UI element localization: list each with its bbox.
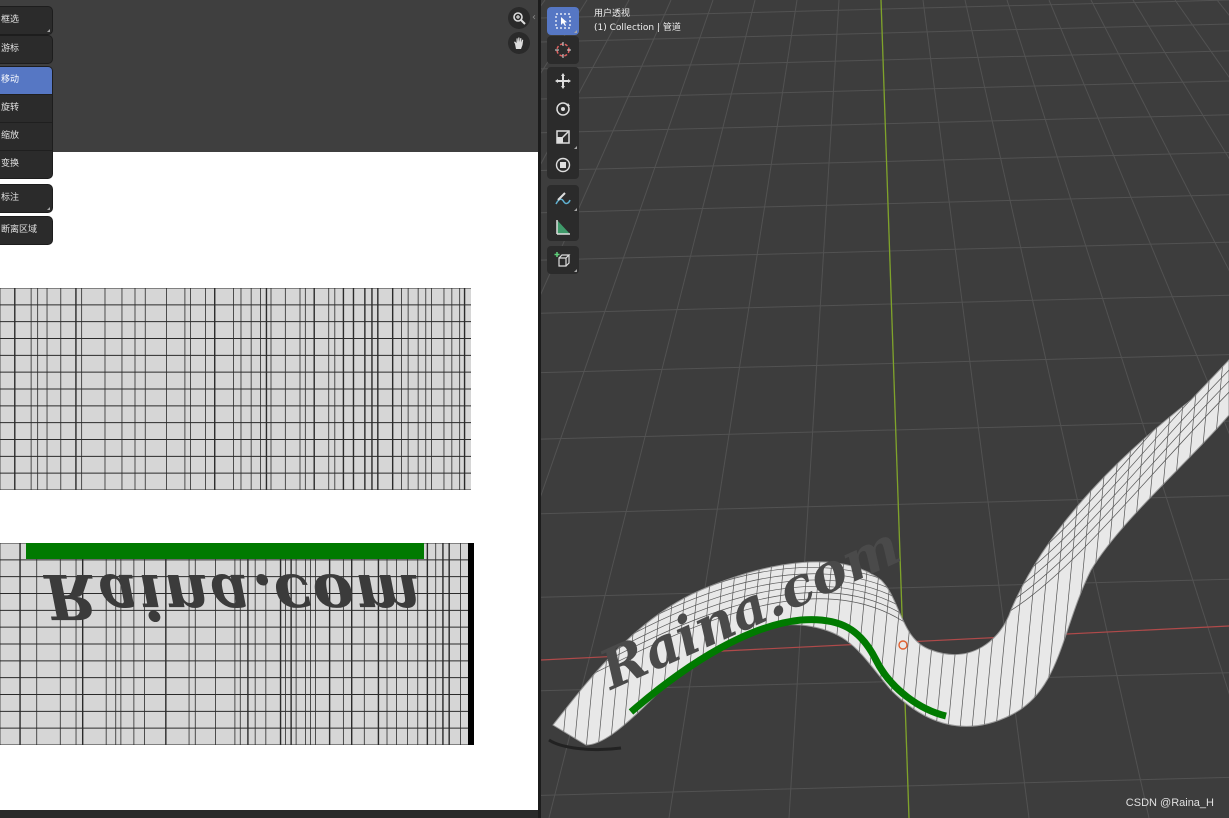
collection-info: (1) Collection | 管道 — [594, 23, 681, 33]
vp-tool-group-cursor — [547, 36, 579, 64]
tool-cursor[interactable]: 游标 — [0, 36, 52, 63]
texture-text: Raina.com — [44, 560, 422, 633]
tool-rotate[interactable]: 旋转 — [0, 95, 52, 123]
cursor-icon[interactable] — [547, 36, 579, 64]
submenu-corner-icon — [47, 207, 50, 210]
tool-label: 标注 — [1, 193, 20, 203]
tool-annotate[interactable]: 标注 — [0, 185, 52, 212]
tool-group-cursor: 游标 — [0, 36, 52, 63]
tool-box-select[interactable]: 框选 — [0, 7, 52, 34]
viewport-scene: Raina.com — [541, 0, 1229, 818]
scale-icon[interactable] — [547, 123, 579, 151]
tool-group-transform: 移动 旋转 缩放 变换 — [0, 67, 52, 178]
tool-move[interactable]: 移动 — [0, 67, 52, 95]
hand-pan-icon[interactable] — [508, 32, 530, 54]
uv-island-edge — [468, 543, 474, 745]
uv-editor-background — [0, 0, 538, 152]
annotate-icon[interactable] — [547, 185, 579, 213]
submenu-corner-icon — [574, 30, 577, 33]
uv-grid-lines — [0, 288, 471, 490]
select-box-icon[interactable] — [547, 7, 579, 35]
3d-viewport[interactable]: Raina.com 用户透视 (1) Collection | 管道 CSDN … — [541, 0, 1229, 818]
transform-icon[interactable] — [547, 151, 579, 179]
tool-label: 框选 — [1, 15, 20, 25]
tool-label: 断离区域 — [1, 225, 38, 235]
vp-tool-group-add — [547, 246, 579, 274]
view-name: 用户透视 — [594, 9, 631, 19]
collapse-chevron-icon[interactable]: ‹ — [532, 12, 536, 23]
tool-group-annotate: 标注 — [0, 185, 52, 212]
tool-label: 移动 — [1, 75, 20, 85]
tool-label: 缩放 — [1, 131, 20, 141]
tool-transform[interactable]: 变换 — [0, 151, 52, 178]
submenu-corner-icon — [574, 146, 577, 149]
tool-rip-region[interactable]: 断离区域 — [0, 217, 52, 244]
viewport-info: 用户透视 (1) Collection | 管道 — [594, 7, 681, 35]
uv-editor: 框选 游标 移动 旋转 缩放 变换 标注 断离区域 ‹ Raina.com — [0, 0, 538, 818]
submenu-corner-icon — [574, 208, 577, 211]
tool-label: 游标 — [1, 44, 20, 54]
uv-island-plain[interactable] — [0, 288, 471, 490]
tool-label: 变换 — [1, 159, 20, 169]
tool-scale[interactable]: 缩放 — [0, 123, 52, 151]
tool-group-select: 框选 — [0, 7, 52, 34]
submenu-corner-icon — [574, 269, 577, 272]
vp-tool-group-transform — [547, 67, 579, 179]
measure-icon[interactable] — [547, 213, 579, 241]
submenu-corner-icon — [47, 29, 50, 32]
uv-island-textured[interactable]: Raina.com — [0, 543, 474, 745]
watermark: CSDN @Raina_H — [1125, 797, 1214, 809]
zoom-icon[interactable] — [508, 7, 530, 29]
vp-tool-group-annotate — [547, 185, 579, 241]
texture-text-wrap: Raina.com — [0, 543, 474, 745]
rotate-icon[interactable] — [547, 95, 579, 123]
tool-label: 旋转 — [1, 103, 20, 113]
vp-tool-group-select — [547, 7, 579, 35]
uv-bottom-bar — [0, 810, 538, 818]
move-icon[interactable] — [547, 67, 579, 95]
add-cube-icon[interactable] — [547, 246, 579, 274]
tool-group-rip-region: 断离区域 — [0, 217, 52, 244]
